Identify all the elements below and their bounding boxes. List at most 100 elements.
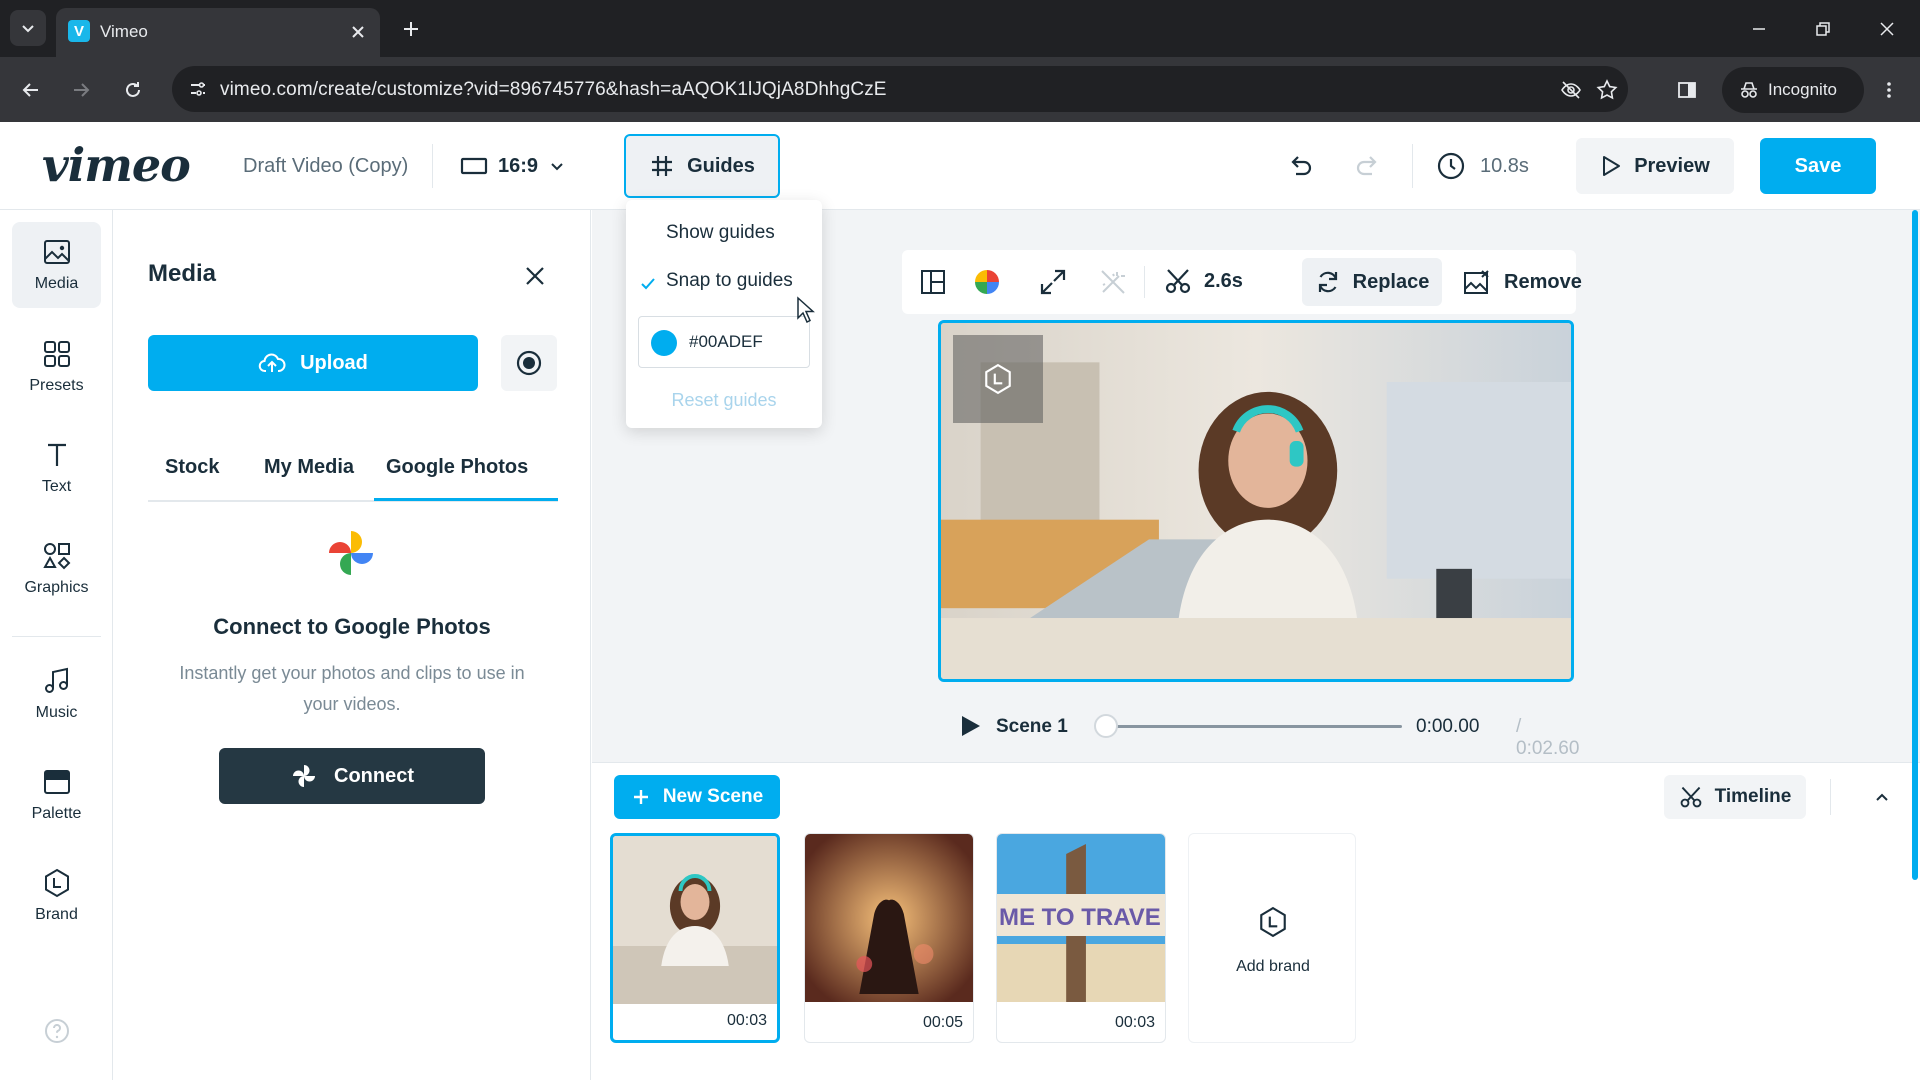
scissors-icon (1680, 786, 1701, 808)
minimize-icon (1753, 28, 1765, 30)
trim-button[interactable]: 2.6s (1164, 267, 1243, 295)
brand-icon (985, 363, 1011, 395)
chevron-down-icon (22, 25, 34, 33)
app-header: vimeo Draft Video (Copy) 16:9 Guides 10.… (0, 122, 1920, 210)
undo-icon (1291, 156, 1312, 176)
side-panel-button[interactable] (1670, 73, 1704, 107)
show-guides-option[interactable]: Show guides (666, 222, 775, 244)
scene-thumbnail-2[interactable]: 00:05 (804, 833, 974, 1043)
snap-to-guides-option[interactable]: Snap to guides (666, 270, 793, 292)
fit-fill-button[interactable] (1038, 267, 1068, 297)
scene-duration: 00:03 (726, 1012, 767, 1029)
close-icon (352, 26, 364, 38)
incognito-label: Incognito (1768, 80, 1837, 99)
connect-description: Instantly get your photos and clips to u… (179, 663, 525, 714)
rail-item-media[interactable]: Media (12, 222, 101, 308)
timeline-button[interactable]: Timeline (1664, 775, 1806, 819)
total-time: / 0:02.60 (1516, 716, 1580, 759)
play-icon (1603, 156, 1621, 176)
magic-off-icon (1101, 270, 1125, 294)
layout-button[interactable] (918, 267, 948, 297)
site-settings-icon[interactable] (186, 77, 210, 101)
rail-item-presets[interactable]: Presets (12, 324, 101, 410)
rail-label: Music (35, 704, 78, 721)
tab-my-media[interactable]: My Media (264, 456, 354, 479)
scissors-icon (1165, 269, 1191, 294)
back-button[interactable] (14, 73, 48, 107)
rail-item-text[interactable]: Text (12, 425, 101, 511)
forward-button[interactable] (64, 73, 98, 107)
current-time: 0:00.00 (1416, 716, 1480, 737)
incognito-icon (1741, 82, 1757, 98)
close-icon (526, 267, 544, 285)
reload-button[interactable] (116, 73, 150, 107)
text-icon (47, 443, 66, 466)
disabled-effect-button[interactable] (1098, 267, 1128, 297)
chevron-down-icon (551, 163, 563, 171)
google-photos-icon (329, 531, 373, 575)
scene-duration: 00:03 (1114, 1014, 1155, 1031)
vimeo-logo[interactable]: vimeo (42, 138, 191, 192)
trim-duration: 2.6s (1204, 269, 1243, 292)
scrub-handle[interactable] (1094, 714, 1118, 738)
redo-button[interactable] (1350, 148, 1386, 184)
color-filter-button[interactable] (972, 267, 1002, 297)
restore-button[interactable] (1808, 14, 1838, 44)
close-window-button[interactable] (1872, 14, 1902, 44)
more-vertical-icon (1887, 82, 1891, 98)
aspect-ratio-select[interactable]: 16:9 (460, 144, 566, 188)
guides-button[interactable]: Guides (624, 134, 780, 198)
remove-background-button[interactable]: Remove (1462, 258, 1582, 306)
record-icon (516, 350, 542, 376)
rail-item-brand[interactable]: Brand (12, 853, 101, 939)
scrub-track[interactable] (1106, 725, 1402, 728)
new-tab-button[interactable] (396, 14, 426, 44)
browser-tab[interactable]: V Vimeo (56, 8, 380, 57)
play-icon[interactable] (958, 714, 982, 738)
divider (432, 144, 433, 188)
scene-thumbnail-1[interactable]: 00:03 (610, 833, 780, 1043)
total-duration: 10.8s (1436, 148, 1529, 184)
new-scene-button[interactable]: New Scene (614, 775, 780, 819)
undo-button[interactable] (1282, 148, 1318, 184)
upload-button[interactable]: Upload (148, 335, 478, 391)
connect-button[interactable]: Connect (219, 748, 485, 804)
help-button[interactable] (44, 1018, 70, 1044)
preview-button[interactable]: Preview (1576, 138, 1734, 194)
panel-close-button[interactable] (521, 262, 549, 290)
rail-item-music[interactable]: Music (12, 651, 101, 737)
page-scrollbar[interactable] (1912, 210, 1918, 880)
tab-google-photos[interactable]: Google Photos (386, 456, 528, 479)
brand-placeholder[interactable] (953, 335, 1043, 423)
add-brand-card[interactable]: Add brand (1188, 833, 1356, 1043)
replace-button[interactable]: Replace (1302, 258, 1442, 306)
clip-toolbar: 2.6s Replace Remove (902, 250, 1582, 314)
reload-icon (126, 82, 140, 97)
guide-color-picker[interactable]: #00ADEF (638, 316, 810, 368)
scene-thumbnail-image (805, 834, 973, 1002)
check-icon (641, 278, 655, 290)
rail-item-graphics[interactable]: Graphics (12, 526, 101, 612)
reset-guides-option[interactable]: Reset guides (626, 390, 822, 411)
browser-menu-button[interactable] (1872, 73, 1906, 107)
tab-search-button[interactable] (10, 10, 46, 46)
minimize-button[interactable] (1744, 14, 1774, 44)
image-icon (43, 240, 70, 264)
scene-thumbnail-3[interactable]: ME TO TRAVE 00:03 (996, 833, 1166, 1043)
record-button[interactable] (501, 335, 557, 391)
bookmark-star-icon[interactable] (1594, 77, 1620, 103)
rail-item-palette[interactable]: Palette (12, 752, 101, 838)
tab-close-button[interactable] (346, 20, 370, 44)
omnibox[interactable]: vimeo.com/create/customize?vid=896745776… (172, 66, 1628, 112)
video-canvas[interactable] (938, 320, 1574, 682)
preview-label: Preview (1634, 154, 1710, 177)
tab-stock[interactable]: Stock (165, 456, 219, 479)
incognito-badge[interactable]: Incognito (1722, 67, 1864, 113)
eye-off-icon[interactable] (1558, 77, 1584, 103)
scene-playbar: Scene 1 0:00.00 / 0:02.60 (958, 706, 1579, 759)
collapse-strip-button[interactable] (1868, 783, 1896, 811)
draft-title[interactable]: Draft Video (Copy) (243, 155, 408, 178)
save-button[interactable]: Save (1760, 138, 1876, 194)
mouse-cursor-icon (797, 296, 815, 324)
color-hex-value: #00ADEF (689, 332, 763, 351)
